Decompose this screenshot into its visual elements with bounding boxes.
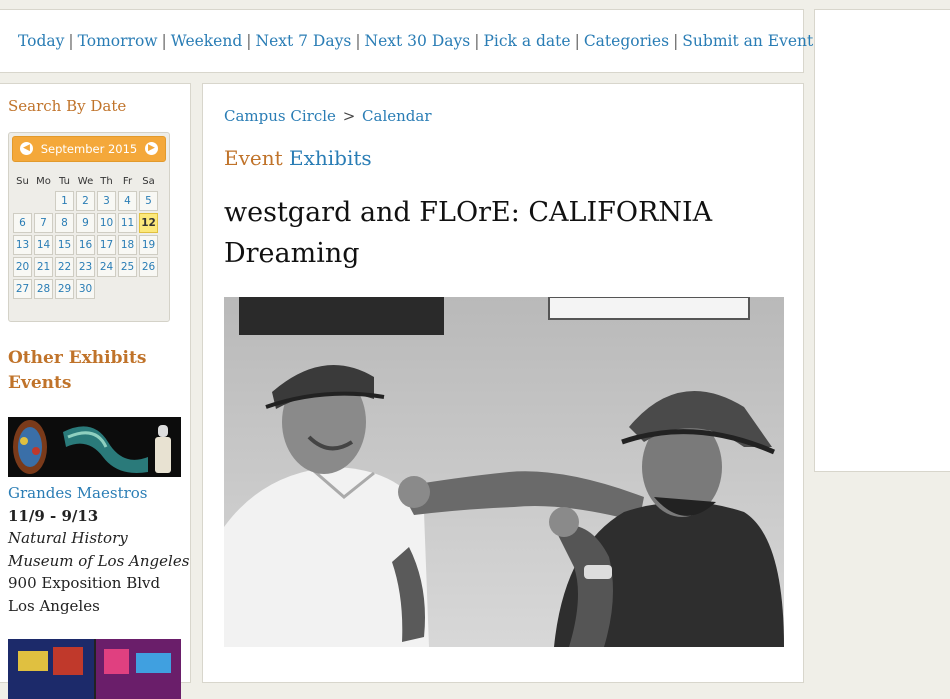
calendar-empty-cell	[97, 279, 116, 299]
calendar-empty-cell	[34, 191, 53, 211]
calendar-day[interactable]: 4	[118, 191, 137, 211]
nav-link-weekend[interactable]: Weekend	[171, 32, 242, 50]
event-thumbnail-image[interactable]	[8, 417, 181, 477]
weekday-header: Fr	[122, 175, 133, 187]
other-events-heading-line1: Other Exhibits	[8, 348, 147, 368]
weekday-header: Sa	[142, 175, 155, 187]
event-title: westgard and FLOrE: CALIFORNIA Dreaming	[224, 197, 713, 269]
nav-separator: |	[68, 32, 74, 50]
calendar-week-row: 12345	[13, 191, 158, 211]
nav-separator: |	[246, 32, 252, 50]
calendar-grid: Su Mo Tu We Th Fr Sa 1 2 3 4 5 6 7 8 9 10 11 12 13 14 15 16 17…	[11, 171, 160, 301]
calendar-day[interactable]: 28	[34, 279, 53, 299]
event-city: Los Angeles	[8, 596, 100, 615]
calendar-day[interactable]: 2	[76, 191, 95, 211]
nav-link-next-30-days[interactable]: Next 30 Days	[365, 32, 471, 50]
event-category-word: Event	[224, 146, 283, 170]
event-address: 900 Exposition Blvd	[8, 574, 161, 592]
calendar-day[interactable]: 6	[13, 213, 32, 233]
calendar-day[interactable]: 11	[118, 213, 137, 233]
calendar-day[interactable]: 1	[55, 191, 74, 211]
calendar-empty-cell	[118, 279, 137, 299]
calendar-empty-cell	[139, 279, 158, 299]
calendar-day[interactable]: 21	[34, 257, 53, 277]
calendar-day[interactable]: 29	[55, 279, 74, 299]
breadcrumb-home-link[interactable]: Campus Circle	[224, 107, 336, 125]
calendar-day[interactable]: 24	[97, 257, 116, 277]
calendar-day[interactable]: 15	[55, 235, 74, 255]
calendar-day[interactable]: 7	[34, 213, 53, 233]
calendar-day[interactable]: 10	[97, 213, 116, 233]
calendar-day[interactable]: 9	[76, 213, 95, 233]
top-nav-bar: Today | Tomorrow | Weekend | Next 7 Days | Next …	[0, 9, 813, 73]
calendar-day[interactable]: 27	[13, 279, 32, 299]
prev-month-icon[interactable]: ◀	[20, 142, 33, 155]
calendar-month-label: September 2015	[40, 142, 138, 156]
calendar-week-row: 27 28 29 30	[13, 279, 158, 299]
nav-separator: |	[355, 32, 361, 50]
calendar-week-row: 6 7 8 9 10 11 12	[13, 213, 158, 233]
calendar-day[interactable]: 8	[55, 213, 74, 233]
date-picker-calendar: ◀ September 2015 ▶ Su Mo Tu We Th Fr Sa 123456…	[8, 132, 170, 322]
weekday-header: Mo	[36, 175, 51, 187]
calendar-day[interactable]: 25	[118, 257, 137, 277]
sidebar-event-details: Grandes Maestros 11/9 - 9/13 Natural His…	[8, 482, 189, 617]
nav-link-next-7-days[interactable]: Next 7 Days	[256, 32, 352, 50]
nav-link-tomorrow[interactable]: Tomorrow	[78, 32, 158, 50]
event-photo	[224, 297, 784, 647]
weekday-header: Tu	[59, 175, 70, 187]
other-events-heading: Other Exhibits Events	[8, 346, 146, 396]
calendar-day[interactable]: 16	[76, 235, 95, 255]
event-venue-line2: Museum of Los Angeles	[8, 551, 190, 570]
event-dates: 11/9 - 9/13	[8, 506, 99, 525]
breadcrumb: Campus Circle > Calendar	[224, 107, 432, 125]
nav-separator: |	[161, 32, 167, 50]
event-name-link[interactable]: Grandes Maestros	[8, 482, 189, 505]
calendar-empty-cell	[13, 191, 32, 211]
breadcrumb-separator: >	[342, 107, 356, 125]
weekday-header: Su	[16, 175, 29, 187]
breadcrumb-calendar-link[interactable]: Calendar	[362, 107, 431, 125]
date-filter-nav: Today | Tomorrow | Weekend | Next 7 Days | Next …	[18, 32, 813, 50]
search-by-date-heading: Search By Date	[8, 97, 127, 115]
nav-separator: |	[474, 32, 480, 50]
nav-link-categories[interactable]: Categories	[584, 32, 669, 50]
nav-separator: |	[574, 32, 580, 50]
weekday-header: We	[77, 175, 94, 187]
calendar-day[interactable]: 26	[139, 257, 158, 277]
event-category-heading: Event Exhibits	[224, 146, 372, 170]
nav-link-pick-a-date[interactable]: Pick a date	[483, 32, 570, 50]
weekday-header: Th	[100, 175, 113, 187]
other-events-heading-line2: Events	[8, 373, 72, 393]
calendar-day[interactable]: 30	[76, 279, 95, 299]
left-sidebar: Search By Date ◀ September 2015 ▶ Su Mo Tu…	[0, 83, 191, 699]
right-ad-panel	[814, 9, 950, 472]
calendar-day[interactable]: 19	[139, 235, 158, 255]
calendar-day[interactable]: 23	[76, 257, 95, 277]
calendar-week-row: 20 21 22 23 24 25 26	[13, 257, 158, 277]
event-category-link[interactable]: Exhibits	[289, 146, 372, 170]
calendar-day[interactable]: 20	[13, 257, 32, 277]
nav-separator: |	[673, 32, 679, 50]
event-venue-line1: Natural History	[8, 529, 128, 547]
calendar-day[interactable]: 17	[97, 235, 116, 255]
nav-link-submit-event[interactable]: Submit an Event	[682, 32, 813, 50]
calendar-week-row: 13 14 15 16 17 18 19	[13, 235, 158, 255]
nav-link-today[interactable]: Today	[18, 32, 64, 50]
event-thumbnail-image-2[interactable]	[8, 639, 181, 699]
calendar-day[interactable]: 22	[55, 257, 74, 277]
calendar-day[interactable]: 3	[97, 191, 116, 211]
next-month-icon[interactable]: ▶	[145, 142, 158, 155]
calendar-day[interactable]: 13	[13, 235, 32, 255]
calendar-day[interactable]: 14	[34, 235, 53, 255]
calendar-day-selected[interactable]: 12	[139, 213, 158, 233]
calendar-header: ◀ September 2015 ▶	[12, 136, 166, 162]
calendar-day[interactable]: 18	[118, 235, 137, 255]
calendar-day[interactable]: 5	[139, 191, 158, 211]
main-content: Campus Circle > Calendar Event Exhibits …	[202, 83, 804, 683]
